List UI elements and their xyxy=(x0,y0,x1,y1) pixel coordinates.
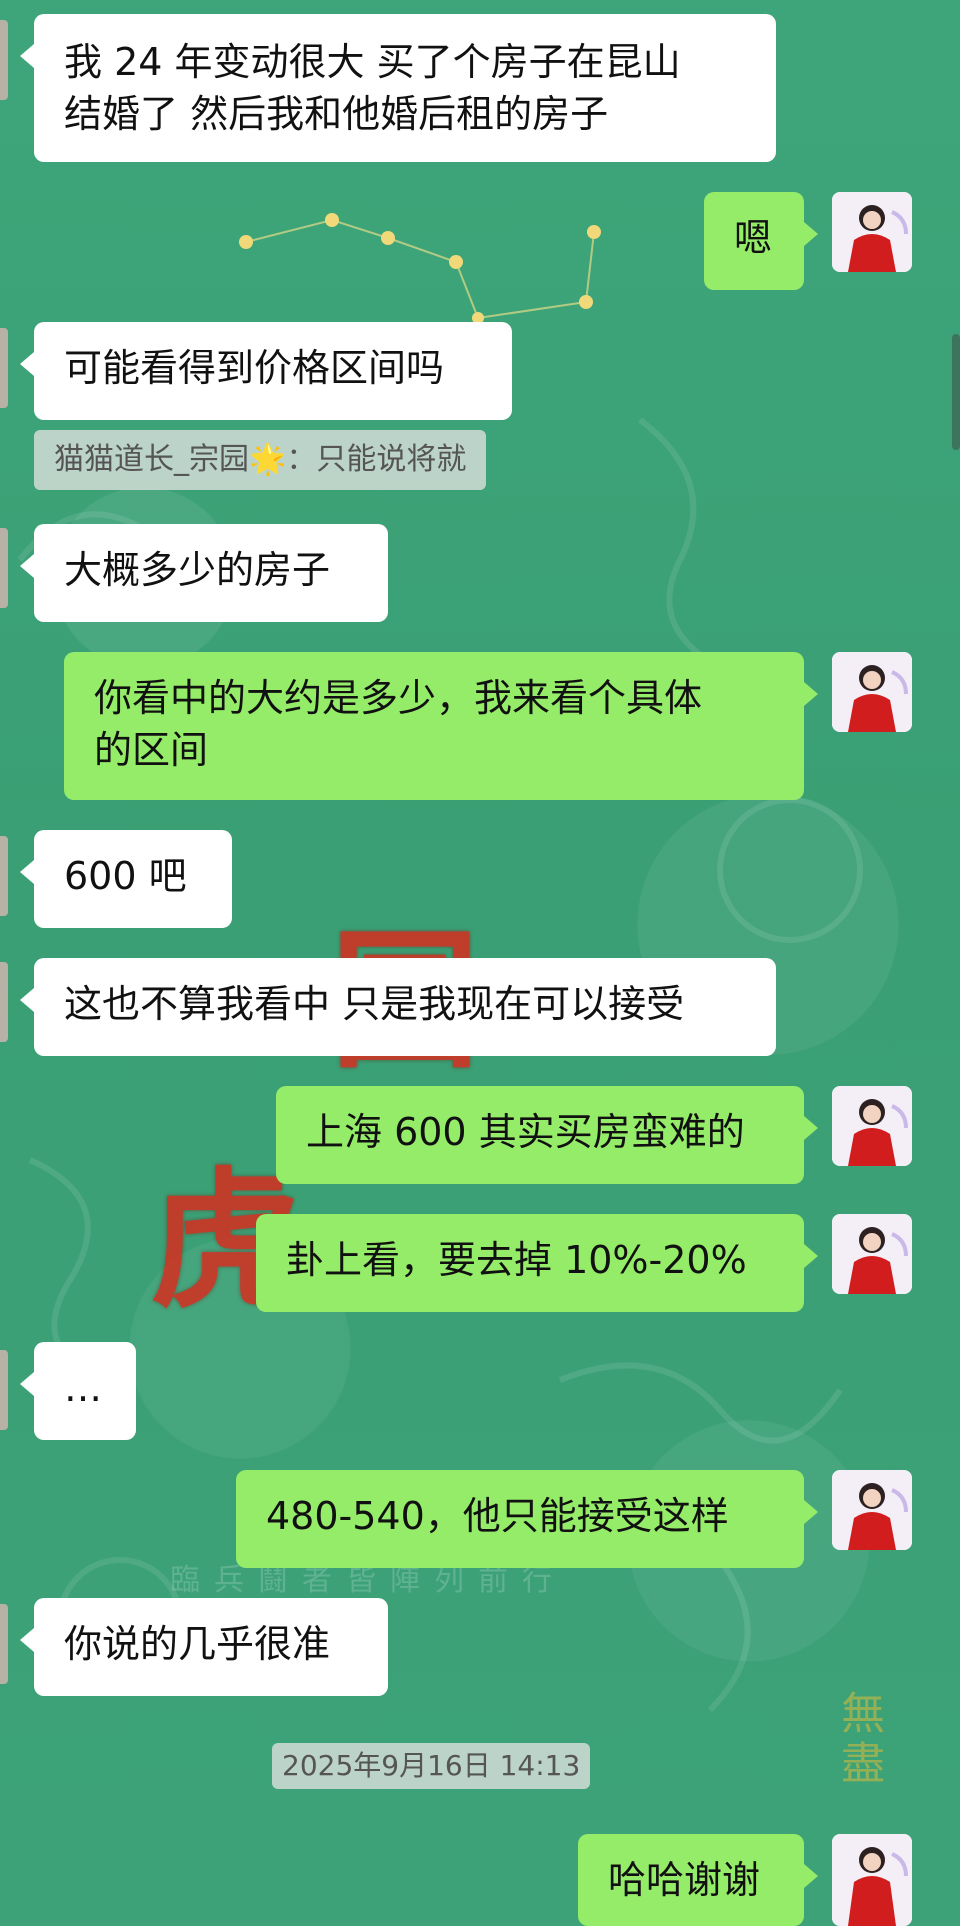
message-bubble[interactable]: 可能看得到价格区间吗 xyxy=(20,322,512,420)
scrollbar[interactable] xyxy=(952,334,960,450)
message-bubble[interactable]: 这也不算我看中 只是我现在可以接受 xyxy=(20,958,776,1056)
user-avatar[interactable] xyxy=(832,192,912,272)
contact-avatar[interactable] xyxy=(0,836,8,916)
user-avatar[interactable] xyxy=(832,652,912,732)
contact-avatar[interactable] xyxy=(0,962,8,1042)
message-bubble[interactable]: 我 24 年变动很大 买了个房子在昆山 结婚了 然后我和他婚后租的房子 xyxy=(20,14,776,162)
message-bubble[interactable]: 480-540，他只能接受这样 xyxy=(236,1470,818,1568)
contact-avatar[interactable] xyxy=(0,1350,8,1430)
message-bubble[interactable]: 你看中的大约是多少，我来看个具体 的区间 xyxy=(64,652,818,800)
message-bubble[interactable]: 哈哈谢谢 xyxy=(578,1834,818,1926)
user-avatar[interactable] xyxy=(832,1214,912,1294)
message-bubble[interactable]: … xyxy=(20,1342,136,1440)
contact-avatar[interactable] xyxy=(0,328,8,408)
corner-chars: 無盡 xyxy=(833,1690,884,1790)
message-bubble[interactable]: 上海 600 其实买房蛮难的 xyxy=(276,1086,818,1184)
message-bubble[interactable]: 600 吧 xyxy=(20,830,232,928)
user-avatar[interactable] xyxy=(832,1834,912,1926)
user-avatar[interactable] xyxy=(832,1470,912,1550)
user-avatar[interactable] xyxy=(832,1086,912,1166)
contact-avatar[interactable] xyxy=(0,20,8,100)
message-bubble[interactable]: 大概多少的房子 xyxy=(20,524,388,622)
contact-avatar[interactable] xyxy=(0,528,8,608)
quoted-reply[interactable]: 猫猫道长_宗园🌟：只能说将就 xyxy=(34,430,487,490)
message-bubble[interactable]: 你说的几乎很准 xyxy=(20,1598,388,1696)
message-bubble[interactable]: 卦上看，要去掉 10%-20% xyxy=(256,1214,818,1312)
contact-avatar[interactable] xyxy=(0,1604,8,1684)
timestamp: 2025年9月16日 14:13 xyxy=(272,1743,591,1789)
message-bubble[interactable]: 嗯 xyxy=(704,192,818,290)
